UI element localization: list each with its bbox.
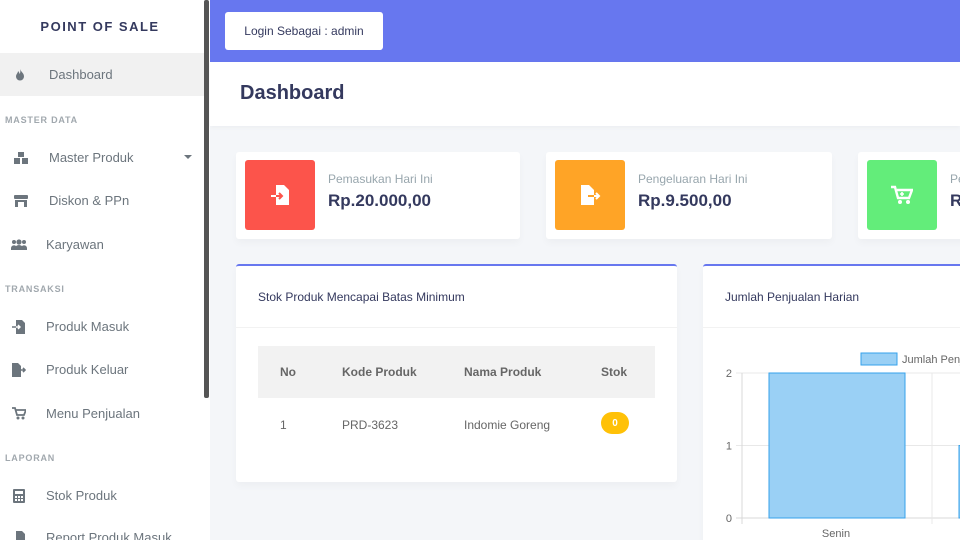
sidebar-item-karyawan[interactable]: Karyawan	[0, 223, 205, 266]
brand-title[interactable]: POINT OF SALE	[0, 0, 210, 52]
sidebar-item-dashboard[interactable]: Dashboard	[0, 53, 205, 96]
y-tick-label: 0	[726, 513, 732, 525]
sales-chart: Jumlah Penj 0 1 2 Senin	[726, 352, 960, 540]
page-title: Dashboard	[240, 82, 345, 104]
chevron-down-icon	[184, 155, 192, 159]
cart-icon	[11, 406, 27, 422]
menu-header-master: MASTER DATA	[5, 115, 78, 125]
stat-card-penjualan: Pe R	[858, 152, 960, 239]
menu-header-transaksi: TRANSAKSI	[5, 284, 65, 294]
users-icon	[11, 237, 27, 253]
stat-card-pemasukan: Pemasukan Hari Ini Rp.20.000,00	[236, 152, 520, 239]
sales-panel: Jumlah Penjualan Harian Jumlah Penj 0 1 2 Se…	[703, 264, 960, 540]
column-header: Nama Produk	[464, 365, 542, 379]
y-tick-label: 2	[726, 368, 732, 380]
sidebar-item-label: Produk Keluar	[46, 362, 129, 377]
sidebar-item-stok-produk[interactable]: Stok Produk	[0, 474, 205, 517]
x-tick-label: Senin	[822, 528, 850, 540]
stat-value: Rp.20.000,00	[328, 191, 432, 210]
fire-icon	[12, 67, 28, 83]
sidebar-item-menu-penjualan[interactable]: Menu Penjualan	[0, 392, 205, 435]
sidebar-item-label: Menu Penjualan	[46, 406, 140, 421]
sidebar-item-label: Master Produk	[49, 150, 134, 165]
sidebar-item-produk-keluar[interactable]: Produk Keluar	[0, 348, 205, 391]
column-header: Stok	[601, 365, 628, 379]
boxes-icon	[13, 150, 29, 166]
calculator-icon	[11, 488, 27, 504]
stock-badge: 0	[601, 412, 629, 434]
stat-title: Pemasukan Hari Ini	[328, 172, 433, 186]
stock-panel: Stok Produk Mencapai Batas Minimum No Ko…	[236, 264, 677, 482]
file-export-icon	[11, 362, 27, 378]
sidebar-item-produk-masuk[interactable]: Produk Masuk	[0, 305, 205, 348]
table-header: No Kode Produk Nama Produk Stok	[258, 346, 655, 398]
y-tick-label: 1	[726, 441, 732, 453]
column-header: No	[280, 365, 296, 379]
panel-header: Stok Produk Mencapai Batas Minimum	[236, 266, 677, 328]
cart-icon	[867, 160, 937, 230]
stat-value: Rp.9.500,00	[638, 191, 732, 210]
cell-kode: PRD-3623	[342, 418, 399, 432]
column-header: Kode Produk	[342, 365, 417, 379]
panel-title: Stok Produk Mencapai Batas Minimum	[258, 290, 465, 304]
sidebar-item-label: Produk Masuk	[46, 319, 130, 334]
store-icon	[13, 193, 29, 209]
login-info-button[interactable]: Login Sebagai : admin	[225, 12, 383, 50]
sidebar-item-label: Report Produk Masuk	[46, 530, 172, 540]
file-export-icon	[555, 160, 625, 230]
cell-nama: Indomie Goreng	[464, 418, 551, 432]
section-header: Dashboard	[210, 62, 960, 126]
sidebar-item-label: Diskon & PPn	[49, 193, 130, 208]
file-import-icon	[11, 319, 27, 335]
topbar: Login Sebagai : admin	[210, 0, 960, 62]
file-import-icon	[11, 530, 27, 540]
sidebar-item-label: Dashboard	[49, 67, 113, 82]
stat-title: Pe	[950, 172, 960, 186]
sidebar-scrollbar[interactable]	[204, 0, 209, 398]
stat-title: Pengeluaran Hari Ini	[638, 172, 748, 186]
stat-value: R	[950, 191, 960, 210]
bar	[768, 372, 906, 519]
sidebar: POINT OF SALE Dashboard MASTER DATA Mast…	[0, 0, 210, 540]
sidebar-item-master-produk[interactable]: Master Produk	[0, 136, 205, 179]
sidebar-item-label: Karyawan	[46, 237, 104, 252]
menu-header-laporan: LAPORAN	[5, 453, 56, 463]
cell-no: 1	[280, 418, 287, 432]
legend-label: Jumlah Penj	[902, 354, 960, 366]
sidebar-item-report-produk-masuk[interactable]: Report Produk Masuk	[0, 516, 205, 540]
stat-card-pengeluaran: Pengeluaran Hari Ini Rp.9.500,00	[546, 152, 832, 239]
sidebar-item-diskon[interactable]: Diskon & PPn	[0, 179, 205, 222]
legend-swatch	[860, 352, 898, 366]
file-import-icon	[245, 160, 315, 230]
sidebar-item-label: Stok Produk	[46, 488, 117, 503]
